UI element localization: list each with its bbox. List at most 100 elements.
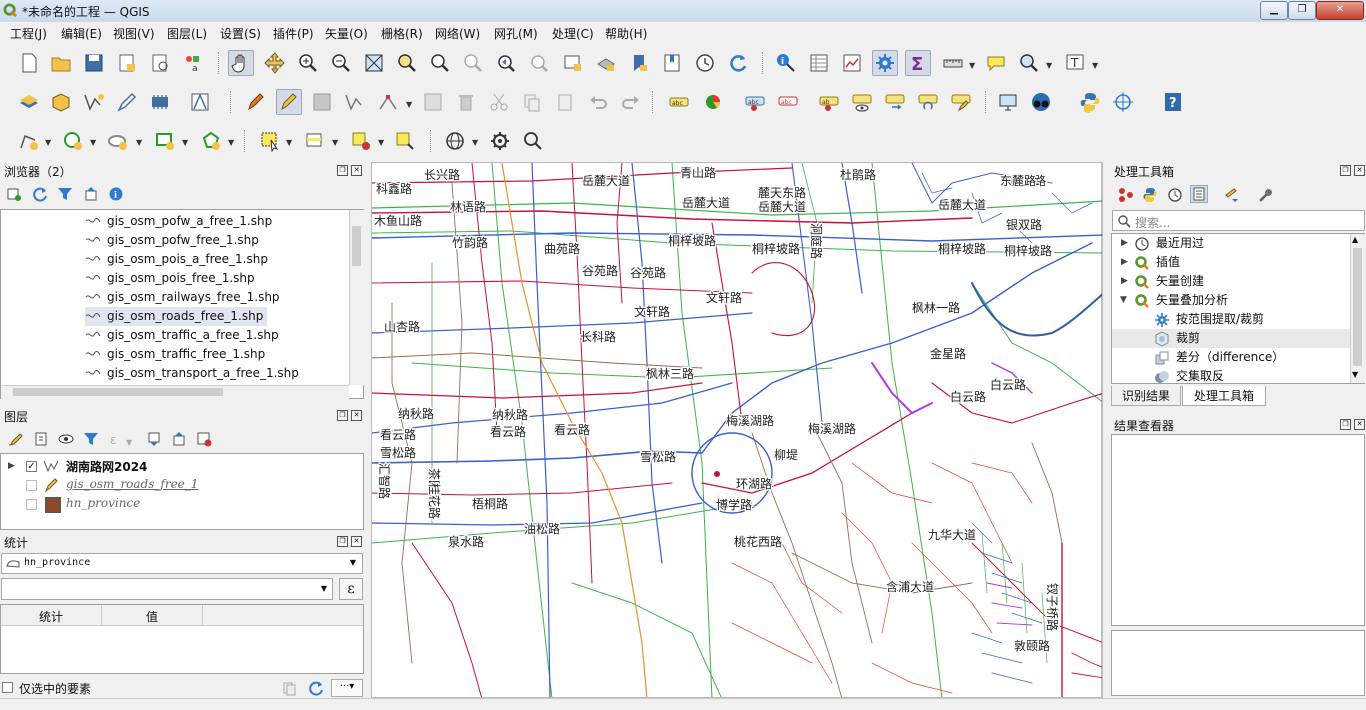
- layer-checkbox-unchecked[interactable]: [26, 499, 37, 510]
- toggle-editing-button[interactable]: [276, 89, 302, 115]
- chevron-down-icon[interactable]: ▼: [969, 61, 977, 70]
- show-statistics-button[interactable]: Σ: [905, 50, 931, 76]
- chevron-down-icon[interactable]: ▼: [126, 438, 134, 447]
- python-console-button[interactable]: [1077, 89, 1103, 115]
- expand-arrow-icon[interactable]: ▶: [1121, 257, 1128, 267]
- processing-toolbox-button[interactable]: [872, 50, 898, 76]
- toolbox-search-input[interactable]: 搜索...: [1112, 210, 1365, 231]
- vertex-tool-button[interactable]: [375, 89, 401, 115]
- models-button[interactable]: [1117, 186, 1135, 204]
- chevron-down-icon[interactable]: ▼: [182, 138, 190, 147]
- menu-layer[interactable]: 图层(L): [167, 25, 207, 42]
- more-options-button[interactable]: ···▾: [331, 679, 363, 697]
- new-shapefile-layer-button[interactable]: [81, 89, 107, 115]
- refresh-stats-button[interactable]: [307, 679, 325, 697]
- field-combobox[interactable]: ▼: [1, 578, 333, 600]
- layer-checkbox-unchecked[interactable]: [26, 480, 37, 491]
- highlight-pinned-labels-button[interactable]: abc: [742, 89, 768, 115]
- expand-arrow-icon[interactable]: ▶: [1121, 276, 1128, 286]
- save-edits-button[interactable]: [309, 89, 335, 115]
- float-panel-button[interactable]: ❐: [1340, 419, 1351, 430]
- toolbox-algorithm[interactable]: 按范围提取/裁剪: [1176, 310, 1264, 329]
- temporal-controller-button[interactable]: [692, 50, 718, 76]
- new-project-button[interactable]: [16, 50, 42, 76]
- options-button[interactable]: [1256, 186, 1274, 204]
- python-scripts-button[interactable]: [1141, 186, 1159, 204]
- collapse-all-button[interactable]: [82, 185, 100, 203]
- manage-visibility-button[interactable]: [57, 430, 75, 448]
- text-annotation-button[interactable]: T: [1062, 50, 1088, 76]
- show-hide-labels-button[interactable]: ab: [816, 89, 842, 115]
- select-by-expression-button[interactable]: [302, 128, 328, 154]
- expand-all-button[interactable]: [145, 430, 163, 448]
- chevron-down-icon[interactable]: ▼: [472, 138, 480, 147]
- menu-processing[interactable]: 处理(C): [552, 25, 594, 42]
- select-all-button[interactable]: [392, 128, 418, 154]
- close-panel-button[interactable]: ✕: [1354, 419, 1365, 430]
- paste-features-button[interactable]: [552, 89, 578, 115]
- vertical-scrollbar[interactable]: ▲ ▼: [1350, 234, 1365, 383]
- chevron-down-icon[interactable]: ▼: [136, 138, 144, 147]
- new-3d-view-button[interactable]: [593, 50, 619, 76]
- delete-selected-button[interactable]: [453, 89, 479, 115]
- properties-button[interactable]: i: [107, 185, 125, 203]
- plugin-button-1[interactable]: [995, 89, 1021, 115]
- browser-item[interactable]: gis_osm_traffic_free_1.shp: [85, 345, 265, 364]
- remove-layer-button[interactable]: [195, 430, 213, 448]
- horizontal-scrollbar[interactable]: [1, 385, 349, 399]
- layer-checkbox-checked[interactable]: ✓: [26, 461, 37, 472]
- history-button[interactable]: [1166, 186, 1184, 204]
- cut-features-button[interactable]: [486, 89, 512, 115]
- selected-only-checkbox[interactable]: [2, 682, 13, 693]
- chevron-down-icon[interactable]: ▼: [45, 138, 53, 147]
- menu-view[interactable]: 视图(V): [113, 25, 155, 42]
- move-label-button[interactable]: [849, 89, 875, 115]
- tab-processing-toolbox[interactable]: 处理工具箱: [1182, 386, 1266, 406]
- zoom-to-layer-button[interactable]: [427, 50, 453, 76]
- chevron-down-icon[interactable]: ▼: [1046, 61, 1054, 70]
- chevron-down-icon[interactable]: ▼: [1092, 61, 1100, 70]
- open-layer-styling-button[interactable]: [6, 430, 24, 448]
- deselect-features-button[interactable]: [348, 128, 374, 154]
- close-panel-button[interactable]: ✕: [351, 410, 362, 421]
- scrollbar-thumb[interactable]: [13, 388, 223, 396]
- menu-vector[interactable]: 矢量(O): [325, 25, 368, 42]
- vertical-scrollbar[interactable]: [349, 210, 364, 385]
- chevron-down-icon[interactable]: ▼: [286, 138, 294, 147]
- edit-features-inplace-button[interactable]: [1223, 186, 1241, 204]
- refresh-browser-button[interactable]: [31, 185, 49, 203]
- toolbox-item[interactable]: 矢量叠加分析: [1156, 291, 1228, 310]
- menu-web[interactable]: 网络(W): [435, 25, 480, 42]
- browser-item[interactable]: gis_osm_transport_a_free_1.shp: [85, 364, 299, 383]
- expression-builder-button[interactable]: ε: [339, 578, 363, 600]
- label-toolbar-button[interactable]: abc: [666, 89, 692, 115]
- add-group-button[interactable]: [32, 430, 50, 448]
- new-print-layout-button[interactable]: [114, 50, 140, 76]
- float-panel-button[interactable]: ❐: [337, 536, 348, 547]
- measure-button[interactable]: [940, 50, 966, 76]
- label-properties-button[interactable]: [948, 89, 974, 115]
- layer-name[interactable]: gis_osm_roads_free_1: [66, 477, 198, 491]
- zoom-last-button[interactable]: [493, 50, 519, 76]
- menu-settings[interactable]: 设置(S): [220, 25, 261, 42]
- chevron-down-icon[interactable]: ▼: [90, 138, 98, 147]
- new-virtual-layer-button[interactable]: [147, 89, 173, 115]
- add-circle-button[interactable]: [60, 128, 86, 154]
- plugin-crosshair-button[interactable]: [1110, 89, 1136, 115]
- chevron-down-icon[interactable]: ▼: [378, 138, 386, 147]
- collapse-all-button[interactable]: [170, 430, 188, 448]
- pan-map-button[interactable]: [228, 50, 254, 76]
- redo-button[interactable]: [618, 89, 644, 115]
- float-panel-button[interactable]: ❐: [337, 410, 348, 421]
- new-temporary-layer-button[interactable]: [114, 89, 140, 115]
- copy-features-button[interactable]: [519, 89, 545, 115]
- pin-labels-button[interactable]: abc: [775, 89, 801, 115]
- change-label-button[interactable]: [915, 89, 941, 115]
- select-by-location-button[interactable]: [1016, 50, 1042, 76]
- new-geopackage-layer-button[interactable]: [48, 89, 74, 115]
- menu-raster[interactable]: 栅格(R): [381, 25, 423, 42]
- browser-item[interactable]: gis_osm_pois_free_1.shp: [85, 269, 255, 288]
- current-edits-button[interactable]: [243, 89, 269, 115]
- toolbox-item[interactable]: 矢量创建: [1156, 272, 1204, 291]
- zoom-full-button[interactable]: [361, 50, 387, 76]
